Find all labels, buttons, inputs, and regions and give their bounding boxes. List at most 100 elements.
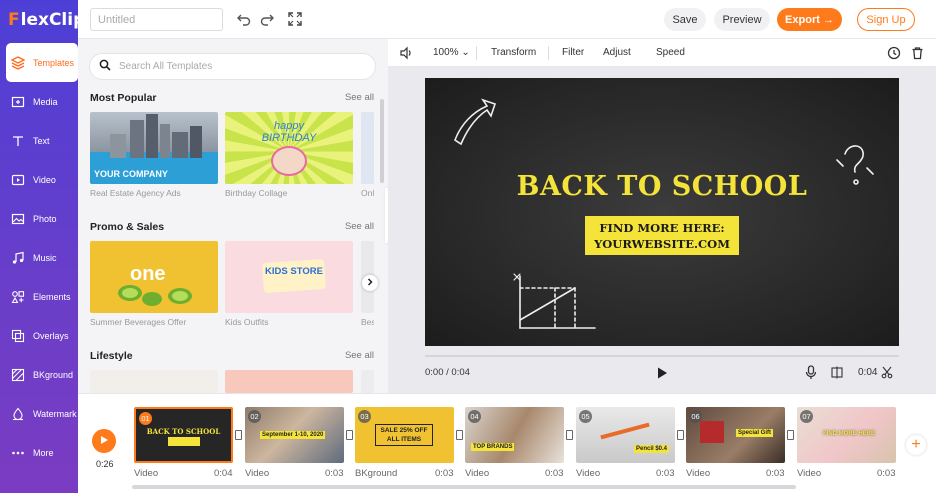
clip-duration: 0:03 <box>545 468 564 479</box>
timeline-scrollbar[interactable] <box>132 485 796 489</box>
see-all-link[interactable]: See all <box>345 350 374 361</box>
export-button[interactable]: Export → <box>777 8 842 31</box>
speed-button[interactable]: Speed <box>656 47 685 58</box>
panel-scrollbar[interactable] <box>380 99 384 183</box>
sidebar-item-more[interactable]: More <box>0 433 78 472</box>
project-title-input[interactable] <box>90 8 223 31</box>
video-icon <box>11 173 25 187</box>
sidebar-item-music[interactable]: Music <box>0 238 78 277</box>
gift-box-shape <box>700 421 724 443</box>
clip-number: 03 <box>358 410 371 423</box>
scissors-icon[interactable] <box>881 366 893 382</box>
sidebar-item-label: BKground <box>33 369 74 380</box>
signup-button[interactable]: Sign Up <box>857 8 915 31</box>
sidebar-item-templates[interactable]: Templates <box>6 43 78 82</box>
chalk-doodles <box>454 98 874 329</box>
redo-icon[interactable] <box>259 11 275 27</box>
sidebar-item-photo[interactable]: Photo <box>0 199 78 238</box>
search-input[interactable] <box>119 61 349 72</box>
logo[interactable]: FlexClip <box>0 0 85 40</box>
transition-icon[interactable] <box>677 430 684 440</box>
template-card[interactable] <box>361 370 374 393</box>
template-card[interactable]: happy BIRTHDAY <box>225 112 353 184</box>
see-all-link[interactable]: See all <box>345 92 374 103</box>
more-dots-icon <box>11 446 25 460</box>
canvas-text-box[interactable]: FIND MORE HERE: YOURWEBSITE.COM <box>585 216 739 255</box>
template-search[interactable] <box>89 53 376 80</box>
sidebar-item-text[interactable]: Text <box>0 121 78 160</box>
clip-type: Video <box>797 468 822 479</box>
sidebar-item-media[interactable]: Media <box>0 82 78 121</box>
transform-button[interactable]: Transform <box>491 47 536 58</box>
overlays-icon <box>11 329 25 343</box>
timeline-play-button[interactable] <box>92 429 116 453</box>
save-button[interactable]: Save <box>664 8 706 31</box>
timeline-clip[interactable]: 04 TOP BRANDS <box>465 407 564 463</box>
split-icon[interactable] <box>831 366 843 382</box>
timeline-clip[interactable]: 05 Pencil $0.4 <box>576 407 675 463</box>
sidebar-item-label: Overlays <box>33 330 69 341</box>
template-overlay-text: YOUR COMPANY <box>94 169 168 179</box>
transition-icon[interactable] <box>566 430 573 440</box>
template-card[interactable] <box>361 112 374 184</box>
timeline-clip[interactable]: 06 Special Gift <box>686 407 785 463</box>
template-caption: Birthday Collage <box>225 188 288 198</box>
section-title: Most Popular <box>90 92 157 104</box>
play-icon <box>99 435 109 448</box>
fullscreen-icon[interactable] <box>287 11 303 27</box>
undo-icon[interactable] <box>236 11 252 27</box>
template-card[interactable] <box>225 370 353 393</box>
play-icon[interactable] <box>655 366 669 380</box>
zoom-select[interactable]: 100% ⌄ <box>433 47 470 58</box>
music-icon <box>11 251 25 265</box>
template-caption: Onl <box>361 188 374 198</box>
add-clip-button[interactable]: + <box>906 435 926 455</box>
sidebar-item-bkground[interactable]: BKground <box>0 355 78 394</box>
zoom-value: 100% <box>433 47 459 58</box>
sidebar-item-overlays[interactable]: Overlays <box>0 316 78 355</box>
sidebar-item-elements[interactable]: Elements <box>0 277 78 316</box>
video-canvas[interactable]: BACK TO SCHOOL FIND MORE HERE: YOURWEBSI… <box>425 78 899 346</box>
divider <box>548 46 549 60</box>
timeline-clip[interactable]: 07 FIND MORE HERE <box>797 407 896 463</box>
preview-button[interactable]: Preview <box>714 8 770 31</box>
microphone-icon[interactable] <box>805 365 817 383</box>
filter-button[interactable]: Filter <box>562 47 584 58</box>
playback-progress-bar[interactable] <box>425 355 899 357</box>
see-all-link[interactable]: See all <box>345 221 374 232</box>
clip-type: Video <box>576 468 601 479</box>
sidebar-item-video[interactable]: Video <box>0 160 78 199</box>
clip-number: 05 <box>579 410 592 423</box>
adjust-button[interactable]: Adjust <box>603 47 631 58</box>
playback-time: 0:00 / 0:04 <box>425 367 470 378</box>
transition-icon[interactable] <box>235 430 242 440</box>
clip-number: 04 <box>468 410 481 423</box>
scroll-right-button[interactable] <box>362 275 378 291</box>
volume-icon[interactable] <box>399 46 413 63</box>
trash-icon[interactable] <box>911 46 924 63</box>
chevron-down-icon: ⌄ <box>461 47 470 58</box>
clip-thumb-text: BACK TO SCHOOL <box>146 427 221 436</box>
transition-icon[interactable] <box>346 430 353 440</box>
flexclip-editor: FlexClip Templates Media Text Video Phot… <box>0 0 936 493</box>
template-card[interactable] <box>90 370 218 393</box>
section-title: Promo & Sales <box>90 221 165 233</box>
clip-duration: 0:04 <box>858 367 878 378</box>
timeline-clip[interactable]: 01 BACK TO SCHOOL <box>134 407 233 463</box>
plus-icon: + <box>911 436 921 453</box>
timeline-clip[interactable]: 02 September 1-10, 2020 <box>245 407 344 463</box>
canvas-text-line: YOURWEBSITE.COM <box>594 237 730 251</box>
template-card[interactable]: YOUR COMPANY <box>90 112 218 184</box>
transition-icon[interactable] <box>787 430 794 440</box>
sidebar-item-watermark[interactable]: Watermark <box>0 394 78 433</box>
timeline-clip[interactable]: 03 SALE 25% OFF ALL ITEMS <box>355 407 454 463</box>
clip-number: 07 <box>800 410 813 423</box>
clock-icon[interactable] <box>887 46 901 63</box>
template-card[interactable]: one <box>90 241 218 313</box>
sidebar-item-label: Watermark <box>33 408 77 419</box>
sidebar-item-label: Media <box>33 96 58 107</box>
clip-duration: 0:03 <box>325 468 344 479</box>
template-card[interactable]: KIDS STORE <box>225 241 353 313</box>
transition-icon[interactable] <box>456 430 463 440</box>
canvas-headline[interactable]: BACK TO SCHOOL <box>425 171 899 202</box>
